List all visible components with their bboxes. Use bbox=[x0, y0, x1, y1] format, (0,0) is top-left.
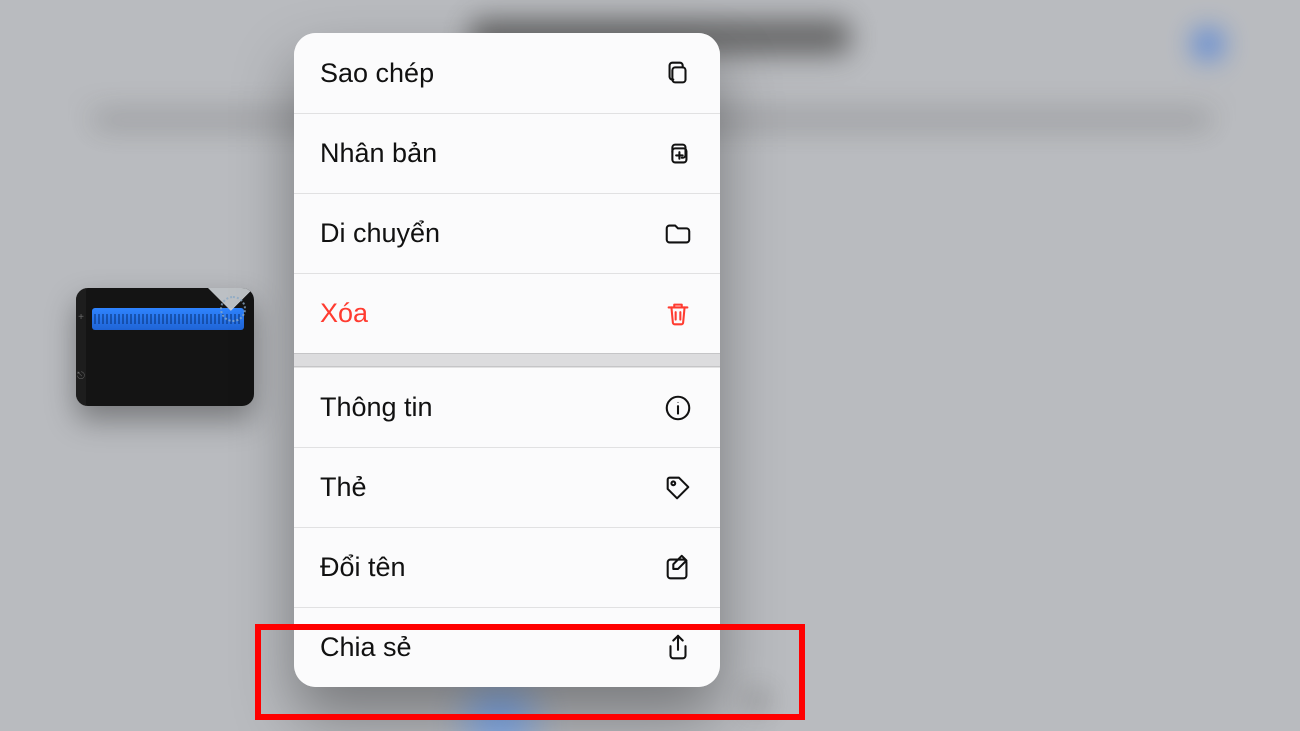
menu-item-delete[interactable]: Xóa bbox=[294, 273, 720, 353]
menu-item-duplicate[interactable]: Nhân bản bbox=[294, 113, 720, 193]
share-icon bbox=[662, 632, 694, 664]
trash-icon bbox=[662, 298, 694, 330]
info-icon bbox=[662, 392, 694, 424]
sync-indicator-icon bbox=[220, 296, 246, 322]
menu-item-share[interactable]: Chia sẻ bbox=[294, 607, 720, 687]
menu-item-rename[interactable]: Đổi tên bbox=[294, 527, 720, 607]
menu-separator bbox=[294, 353, 720, 367]
menu-item-label: Sao chép bbox=[320, 58, 434, 89]
menu-item-move[interactable]: Di chuyển bbox=[294, 193, 720, 273]
menu-item-label: Chia sẻ bbox=[320, 632, 412, 663]
folder-icon bbox=[662, 218, 694, 250]
menu-item-label: Đổi tên bbox=[320, 552, 406, 583]
rename-icon bbox=[662, 552, 694, 584]
menu-item-label: Xóa bbox=[320, 298, 368, 329]
thumbnail-side-controls: +⎋ bbox=[76, 288, 86, 406]
menu-item-info[interactable]: Thông tin bbox=[294, 367, 720, 447]
menu-item-label: Nhân bản bbox=[320, 138, 437, 169]
menu-item-label: Thông tin bbox=[320, 392, 433, 423]
tag-icon bbox=[662, 472, 694, 504]
menu-item-label: Di chuyển bbox=[320, 218, 440, 249]
project-thumbnail[interactable]: +⎋ bbox=[76, 288, 254, 406]
duplicate-icon bbox=[662, 138, 694, 170]
menu-item-label: Thẻ bbox=[320, 472, 367, 503]
copy-icon bbox=[662, 57, 694, 89]
waveform-preview bbox=[94, 314, 240, 324]
context-menu: Sao chép Nhân bản Di chuyển Xóa Thông ti… bbox=[294, 33, 720, 687]
menu-item-tag[interactable]: Thẻ bbox=[294, 447, 720, 527]
menu-item-copy[interactable]: Sao chép bbox=[294, 33, 720, 113]
